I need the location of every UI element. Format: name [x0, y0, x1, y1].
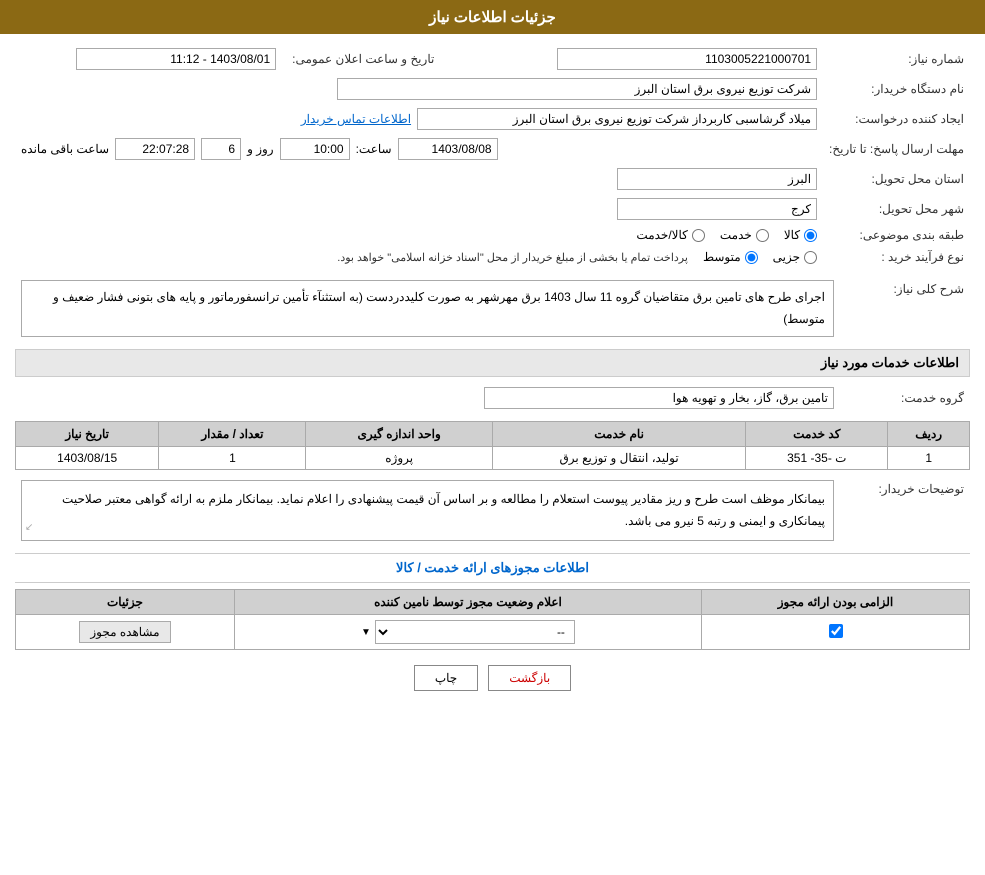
category-kala-option[interactable]: کالا	[784, 228, 817, 242]
list-item: -- ▼ مشاهده مجوز	[16, 615, 970, 650]
days-label: روز و	[247, 142, 274, 156]
request-number-input	[557, 48, 817, 70]
license-status-select[interactable]: --	[375, 620, 575, 644]
buyer-name-input	[337, 78, 817, 100]
row-qty: 1	[159, 447, 306, 470]
col-header-date: تاریخ نیاز	[16, 422, 159, 447]
process-note: پرداخت تمام یا بخشی از مبلغ خریدار از مح…	[337, 251, 688, 264]
footer-buttons: بازگشت چاپ	[15, 650, 970, 706]
public-announcement-label: تاریخ و ساعت اعلان عمومی:	[282, 44, 440, 74]
buyer-notes-label: توضیحات خریدار:	[840, 476, 970, 545]
col-header-unit: واحد اندازه گیری	[306, 422, 492, 447]
services-table: ردیف کد خدمت نام خدمت واحد اندازه گیری ت…	[15, 421, 970, 470]
table-row: 1 ت -35- 351 تولید، انتقال و توزیع برق پ…	[16, 447, 970, 470]
licenses-table: الزامی بودن ارائه مجوز اعلام وضعیت مجوز …	[15, 589, 970, 650]
province-label: استان محل تحویل:	[823, 164, 970, 194]
category-khedmat-option[interactable]: خدمت	[720, 228, 769, 242]
print-button[interactable]: چاپ	[414, 665, 478, 691]
row-num: 1	[888, 447, 970, 470]
row-name: تولید، انتقال و توزیع برق	[492, 447, 745, 470]
license-status-cell: -- ▼	[234, 615, 701, 650]
process-jozyi-option[interactable]: جزیی	[773, 250, 817, 264]
row-code: ت -35- 351	[746, 447, 888, 470]
col-header-row: ردیف	[888, 422, 970, 447]
time-input	[280, 138, 350, 160]
required-checkbox-cell	[702, 615, 970, 650]
process-label: نوع فرآیند خرید :	[823, 246, 970, 268]
licenses-section: اطلاعات مجوزهای ارائه خدمت / کالا الزامی…	[15, 553, 970, 650]
row-unit: پروژه	[306, 447, 492, 470]
resize-handle: ↙	[25, 519, 33, 537]
col-header-code: کد خدمت	[746, 422, 888, 447]
licenses-title: اطلاعات مجوزهای ارائه خدمت / کالا	[15, 553, 970, 583]
public-announcement-input	[76, 48, 276, 70]
category-label: طبقه بندی موضوعی:	[823, 224, 970, 246]
back-button[interactable]: بازگشت	[488, 665, 571, 691]
description-box: اجرای طرح های تامین برق متقاضیان گروه 11…	[21, 280, 834, 337]
city-label: شهر محل تحویل:	[823, 194, 970, 224]
chevron-down-icon: ▼	[361, 627, 371, 638]
buyer-notes-text: بیمانکار موظف است طرح و ریز مقادیر پیوست…	[62, 492, 825, 528]
buyer-name-label: نام دستگاه خریدار:	[823, 74, 970, 104]
description-label: شرح کلی نیاز:	[840, 276, 970, 341]
required-checkbox[interactable]	[829, 624, 843, 638]
days-input	[201, 138, 241, 160]
lic-col-details: جزئیات	[16, 590, 235, 615]
description-text: اجرای طرح های تامین برق متقاضیان گروه 11…	[53, 290, 825, 326]
license-details-cell: مشاهده مجوز	[16, 615, 235, 650]
province-input	[617, 168, 817, 190]
row-date: 1403/08/15	[16, 447, 159, 470]
view-license-button[interactable]: مشاهده مجوز	[79, 621, 170, 643]
page-title: جزئیات اطلاعات نیاز	[429, 9, 556, 26]
date-input	[398, 138, 498, 160]
remaining-input	[115, 138, 195, 160]
time-label: ساعت:	[356, 142, 392, 156]
buyer-notes-box: بیمانکار موظف است طرح و ریز مقادیر پیوست…	[21, 480, 834, 541]
col-header-name: نام خدمت	[492, 422, 745, 447]
creator-input	[417, 108, 817, 130]
service-group-input	[484, 387, 834, 409]
lic-col-required: الزامی بودن ارائه مجوز	[702, 590, 970, 615]
page-header: جزئیات اطلاعات نیاز	[0, 0, 985, 34]
services-section-title: اطلاعات خدمات مورد نیاز	[15, 349, 970, 377]
service-group-label: گروه خدمت:	[840, 383, 970, 413]
response-deadline-label: مهلت ارسال پاسخ: تا تاریخ:	[823, 134, 970, 164]
request-number-label: شماره نیاز:	[823, 44, 970, 74]
contact-info-link[interactable]: اطلاعات تماس خریدار	[301, 112, 411, 126]
city-input	[617, 198, 817, 220]
process-mota-option[interactable]: متوسط	[703, 250, 758, 264]
col-header-qty: تعداد / مقدار	[159, 422, 306, 447]
creator-label: ایجاد کننده درخواست:	[823, 104, 970, 134]
category-kala-khedmat-option[interactable]: کالا/خدمت	[636, 228, 704, 242]
lic-col-status: اعلام وضعیت مجوز توسط نامین کننده	[234, 590, 701, 615]
remaining-label: ساعت باقی مانده	[21, 142, 109, 156]
